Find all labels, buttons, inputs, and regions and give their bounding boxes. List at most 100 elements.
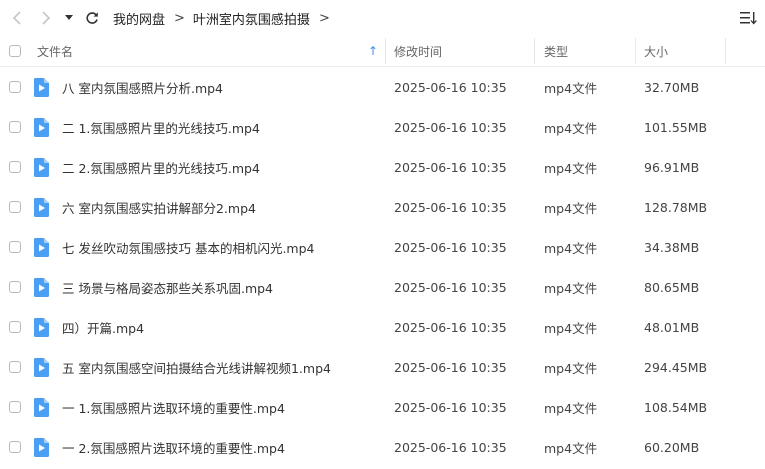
row-checkbox[interactable] [9,441,21,453]
column-header-type-label: 类型 [544,44,569,59]
table-row[interactable]: 二 1.氛围感照片里的光线技巧.mp4 2025-06-16 10:35 mp4文件… [0,107,765,147]
column-divider[interactable] [385,38,386,64]
breadcrumb-separator: > [318,10,330,26]
history-dropdown-button[interactable] [62,8,76,28]
video-file-icon [34,118,49,137]
file-type: mp4文件 [544,400,598,416]
video-file-icon [34,238,49,257]
file-type: mp4文件 [544,320,598,336]
table-row[interactable]: 六 室内氛围感实拍讲解部分2.mp4 2025-06-16 10:35 mp4文件 1… [0,187,765,227]
breadcrumb-item-root[interactable]: 我的网盘 [113,9,165,28]
video-file-icon [34,78,49,97]
table-row[interactable]: 八 室内氛围感照片分析.mp4 2025-06-16 10:35 mp4文件 32.7… [0,67,765,107]
column-header-size-label: 大小 [644,44,669,59]
row-checkbox[interactable] [9,281,21,293]
breadcrumb: 我的网盘 > 叶洲室内氛围感拍摄 > [113,0,338,36]
file-modified-time: 2025-06-16 10:35 [394,199,507,215]
column-divider[interactable] [635,38,636,64]
view-menu-button[interactable] [739,10,757,26]
row-checkbox[interactable] [9,321,21,333]
caret-down-icon [65,15,73,20]
file-type: mp4文件 [544,240,598,256]
file-type: mp4文件 [544,160,598,176]
row-checkbox[interactable] [9,81,21,93]
file-name[interactable]: 七 发丝吹动氛围感技巧 基本的相机闪光.mp4 [62,227,315,267]
file-type: mp4文件 [544,200,598,216]
forward-button[interactable] [36,8,56,28]
sort-ascending-icon: ↑ [367,44,378,58]
table-row[interactable]: 五 室内氛围感空间拍摄结合光线讲解视频1.mp4 2025-06-16 10:35… [0,347,765,387]
file-size: 80.65MB [644,279,700,295]
video-file-icon [34,158,49,177]
video-file-icon [34,398,49,417]
table-row[interactable]: 三 场景与格局姿态那些关系巩固.mp4 2025-06-16 10:35 mp4文件… [0,267,765,307]
column-header-modified[interactable]: 修改时间 [394,36,524,66]
file-name[interactable]: 一 1.氛围感照片选取环境的重要性.mp4 [62,387,285,427]
file-list-header: 文件名 ↑ 修改时间 类型 大小 [0,36,765,67]
table-row[interactable]: 七 发丝吹动氛围感技巧 基本的相机闪光.mp4 2025-06-16 10:35 m… [0,227,765,267]
video-file-icon [34,198,49,217]
file-name[interactable]: 二 1.氛围感照片里的光线技巧.mp4 [62,107,260,147]
table-row[interactable]: 一 1.氛围感照片选取环境的重要性.mp4 2025-06-16 10:35 mp4… [0,387,765,427]
column-header-type[interactable]: 类型 [544,36,629,66]
file-size: 294.45MB [644,359,708,375]
file-modified-time: 2025-06-16 10:35 [394,239,507,255]
file-modified-time: 2025-06-16 10:35 [394,439,507,455]
file-name[interactable]: 六 室内氛围感实拍讲解部分2.mp4 [62,187,256,227]
row-checkbox[interactable] [9,361,21,373]
file-modified-time: 2025-06-16 10:35 [394,319,507,335]
row-checkbox[interactable] [9,161,21,173]
file-type: mp4文件 [544,440,598,456]
file-name[interactable]: 一 2.氛围感照片选取环境的重要性.mp4 [62,427,285,467]
chevron-left-icon [12,11,21,25]
file-type: mp4文件 [544,280,598,296]
list-sort-icon [740,12,757,25]
row-checkbox[interactable] [9,401,21,413]
file-name[interactable]: 五 室内氛围感空间拍摄结合光线讲解视频1.mp4 [62,347,331,387]
column-header-modified-label: 修改时间 [394,44,443,59]
column-header-name[interactable]: 文件名 ↑ [37,36,382,66]
file-size: 108.54MB [644,399,708,415]
column-header-name-label: 文件名 [37,44,74,59]
video-file-icon [34,438,49,457]
chevron-right-icon [42,11,51,25]
select-all-checkbox[interactable] [9,45,21,57]
file-size: 60.20MB [644,439,700,455]
file-type: mp4文件 [544,120,598,136]
breadcrumb-item-folder[interactable]: 叶洲室内氛围感拍摄 [193,9,310,28]
file-name[interactable]: 三 场景与格局姿态那些关系巩固.mp4 [62,267,273,307]
file-modified-time: 2025-06-16 10:35 [394,119,507,135]
file-name[interactable]: 四）开篇.mp4 [62,307,144,347]
file-size: 32.70MB [644,79,700,95]
column-divider[interactable] [534,38,535,64]
video-file-icon [34,318,49,337]
file-modified-time: 2025-06-16 10:35 [394,399,507,415]
column-divider[interactable] [725,38,726,64]
row-checkbox[interactable] [9,121,21,133]
file-modified-time: 2025-06-16 10:35 [394,359,507,375]
file-modified-time: 2025-06-16 10:35 [394,79,507,95]
top-bar: 我的网盘 > 叶洲室内氛围感拍摄 > [0,0,765,36]
file-size: 34.38MB [644,239,700,255]
refresh-button[interactable] [82,8,102,28]
table-row[interactable]: 二 2.氛围感照片里的光线技巧.mp4 2025-06-16 10:35 mp4文件… [0,147,765,187]
file-type: mp4文件 [544,360,598,376]
file-size: 48.01MB [644,319,700,335]
file-type: mp4文件 [544,80,598,96]
row-checkbox[interactable] [9,241,21,253]
video-file-icon [34,278,49,297]
breadcrumb-separator: > [174,10,185,26]
back-button[interactable] [8,8,28,28]
column-header-size[interactable]: 大小 [644,36,724,66]
row-checkbox[interactable] [9,201,21,213]
file-modified-time: 2025-06-16 10:35 [394,279,507,295]
file-size: 101.55MB [644,119,708,135]
file-size: 128.78MB [644,199,708,215]
table-row[interactable]: 一 2.氛围感照片选取环境的重要性.mp4 2025-06-16 10:35 mp4… [0,427,765,467]
file-size: 96.91MB [644,159,700,175]
file-modified-time: 2025-06-16 10:35 [394,159,507,175]
table-row[interactable]: 四）开篇.mp4 2025-06-16 10:35 mp4文件 48.01MB [0,307,765,347]
file-name[interactable]: 二 2.氛围感照片里的光线技巧.mp4 [62,147,260,187]
file-name[interactable]: 八 室内氛围感照片分析.mp4 [62,67,223,107]
refresh-icon [86,12,98,24]
